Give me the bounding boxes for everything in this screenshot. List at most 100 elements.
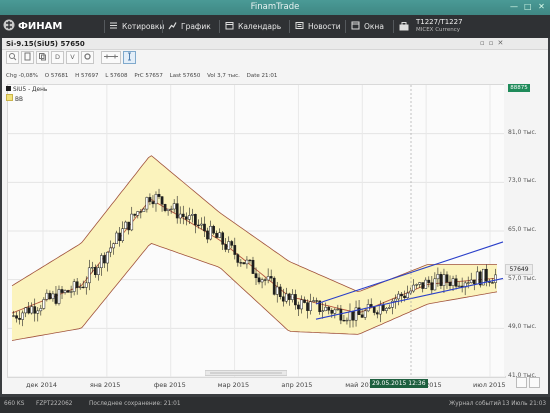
candle-body	[54, 293, 58, 304]
instrument-selector[interactable]: T1227/T1227 MICEX Currency	[416, 18, 463, 34]
candle-body	[163, 204, 167, 211]
toolbar-quotes-label: Котировки	[122, 22, 165, 31]
candle-body	[418, 282, 422, 285]
candle-body	[151, 201, 155, 205]
toolbar-chart[interactable]: График	[168, 20, 211, 33]
document-tool-button[interactable]	[21, 51, 34, 64]
candle-body	[333, 309, 337, 314]
candle-body	[12, 315, 15, 317]
chart-scrollbar[interactable]	[205, 370, 287, 376]
candle-body	[106, 251, 109, 264]
candle-body	[30, 306, 34, 314]
toolbar-windows-label: Окна	[364, 22, 384, 31]
candle-body	[430, 282, 434, 291]
candle-body	[312, 300, 315, 302]
candle-body	[63, 290, 67, 293]
legend-series-bb[interactable]: BB	[6, 94, 23, 103]
candle-body	[200, 223, 203, 226]
y-tick-label: 73,0 тыс.	[508, 177, 537, 185]
candle-body	[90, 267, 94, 269]
candle-body	[127, 221, 131, 231]
candle-body	[239, 262, 243, 264]
settings-tool-button[interactable]	[81, 51, 94, 64]
candle-body	[342, 319, 346, 322]
zoom-icon	[9, 53, 17, 61]
toolbar-separator	[162, 20, 163, 33]
cursor-icon	[128, 52, 131, 61]
candle-body	[57, 289, 61, 304]
toolbar-separator	[219, 20, 220, 33]
event-log-link[interactable]: Журнал событий	[449, 401, 501, 407]
candle-body	[172, 203, 176, 210]
copy-tool-button[interactable]	[36, 51, 49, 64]
candle-body	[354, 307, 358, 321]
legend-series-price[interactable]: SiU5 - День	[6, 86, 47, 93]
candle-body	[427, 279, 431, 283]
zoom-in-button[interactable]	[529, 377, 540, 388]
y-tick-label: 81,0 тыс.	[508, 128, 537, 136]
candle-body	[469, 279, 473, 283]
volume-button[interactable]: V	[66, 51, 79, 64]
candle-body	[263, 279, 267, 281]
candle-body	[157, 194, 161, 197]
finam-logo-icon	[3, 19, 15, 31]
info-prev-close: PrC 57657	[134, 73, 163, 79]
candle-body	[378, 304, 382, 315]
candle-body	[254, 273, 258, 279]
close-button[interactable]: ✕	[538, 3, 545, 11]
status-account: FZPT222062	[36, 401, 73, 407]
y-tick-label: 57,0 тыс.	[508, 274, 537, 282]
candle-body	[121, 228, 124, 241]
candle-body	[245, 259, 249, 265]
candle-body	[248, 259, 252, 262]
x-axis[interactable]: дек 2014 янв 2015 фев 2015 мар 2015 апр 2015…	[7, 376, 505, 391]
candle-body	[21, 312, 24, 320]
candle-body	[112, 243, 115, 249]
drawing-icon	[104, 54, 118, 59]
panel-window-controls[interactable]: ▫▫✕	[480, 39, 507, 47]
y-tick-label: 49,0 тыс.	[508, 323, 537, 331]
candle-body	[24, 307, 27, 314]
candle-body	[457, 285, 461, 288]
candle-body	[45, 292, 49, 300]
info-low: L 57608	[105, 73, 128, 79]
candle-body	[454, 278, 458, 287]
candle-body	[51, 293, 55, 300]
candle-body	[224, 244, 228, 250]
daily-interval-button[interactable]: D	[51, 51, 64, 64]
x-tick-label: дек 2014	[26, 381, 58, 389]
candle-body	[230, 241, 234, 246]
candle-body	[303, 299, 306, 303]
settings-icon	[84, 53, 91, 60]
drawing-tool-button[interactable]	[101, 51, 121, 64]
windows-icon	[351, 21, 360, 30]
candle-body	[15, 315, 18, 319]
candle-body	[215, 232, 218, 238]
y-axis[interactable]: 81,0 тыс. 73,0 тыс. 65,0 тыс. 57,0 тыс. 49,0…	[504, 84, 548, 379]
minimize-button[interactable]: —	[510, 3, 518, 11]
cursor-tool-button[interactable]	[123, 51, 136, 64]
candle-body	[145, 197, 149, 210]
last-price-marker: 57649	[505, 264, 533, 275]
toolbar-windows[interactable]: Окна	[351, 20, 384, 33]
candle-body	[433, 278, 437, 291]
toolbar-news[interactable]: Новости	[295, 20, 341, 33]
candle-body	[191, 214, 194, 216]
candle-body	[212, 225, 215, 234]
candle-body	[288, 293, 291, 300]
zoom-out-button[interactable]	[516, 377, 527, 388]
series-bb-swatch	[6, 94, 13, 101]
toolbar-calendar[interactable]: Календарь	[225, 20, 281, 33]
chart-plot-area[interactable]	[7, 84, 506, 378]
info-last: Last 57650	[169, 73, 201, 79]
candle-body	[451, 278, 455, 286]
candle-body	[175, 203, 179, 219]
candle-body	[327, 306, 331, 311]
maximize-button[interactable]: □	[524, 3, 532, 11]
toolbar-quotes[interactable]: Котировки	[109, 20, 164, 33]
candle-body	[448, 281, 452, 286]
candle-body	[339, 308, 343, 321]
candle-body	[109, 247, 112, 253]
zoom-tool-button[interactable]	[6, 51, 19, 64]
candle-body	[394, 298, 397, 302]
